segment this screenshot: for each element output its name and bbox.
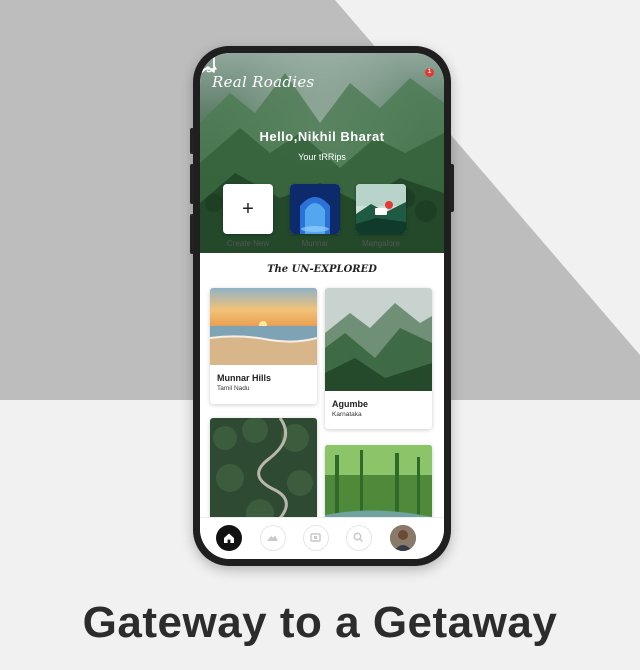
profile-avatar bbox=[390, 525, 416, 551]
trip-label: Munnar bbox=[301, 239, 329, 248]
place-card[interactable]: Agumbe Karnataka bbox=[325, 288, 432, 429]
phone-side-button bbox=[190, 214, 194, 254]
nav-profile[interactable] bbox=[390, 525, 416, 551]
beach-sunset-photo bbox=[210, 288, 317, 365]
phone-mockup: Real Roadies 1 Hello,Nikhil Bharat Your … bbox=[190, 46, 454, 566]
greeting-text: Hello,Nikhil Bharat bbox=[259, 129, 385, 144]
nav-explore[interactable] bbox=[260, 525, 286, 551]
trip-notification-badge bbox=[385, 201, 393, 209]
mangalore-photo bbox=[356, 184, 406, 234]
trip-thumbnail[interactable] bbox=[356, 184, 406, 234]
nav-home[interactable] bbox=[216, 525, 242, 551]
place-image bbox=[210, 288, 317, 365]
brand-logo: Real Roadies bbox=[212, 73, 315, 91]
app-screen: Real Roadies 1 Hello,Nikhil Bharat Your … bbox=[200, 53, 444, 559]
trip-thumbnail[interactable] bbox=[290, 184, 340, 234]
place-card[interactable] bbox=[210, 418, 317, 528]
ticket-icon bbox=[310, 533, 321, 542]
nav-search[interactable] bbox=[346, 525, 372, 551]
place-image bbox=[325, 288, 432, 391]
mountain-valley-photo bbox=[325, 288, 432, 391]
tagline: Gateway to a Getaway bbox=[82, 598, 558, 647]
nav-tickets[interactable] bbox=[303, 525, 329, 551]
phone-side-button bbox=[190, 164, 194, 204]
trips-subtitle: Your tRRips bbox=[298, 152, 346, 162]
place-card[interactable] bbox=[325, 445, 432, 528]
place-image bbox=[325, 445, 432, 528]
munnar-photo bbox=[290, 184, 340, 234]
phone-power-button bbox=[450, 164, 454, 212]
section-title: The UN-EXPLORED bbox=[267, 264, 377, 275]
green-forest-photo bbox=[325, 445, 432, 528]
trip-mangalore[interactable]: Mangalore bbox=[356, 184, 406, 248]
trip-create-new[interactable]: + Create New bbox=[223, 184, 273, 248]
trip-label: Mangalore bbox=[362, 239, 400, 248]
trip-munnar[interactable]: Munnar bbox=[290, 184, 340, 248]
place-name: Munnar Hills bbox=[217, 373, 272, 383]
phone-side-button bbox=[190, 128, 194, 154]
trip-label: Create New bbox=[226, 239, 270, 248]
bell-icon[interactable] bbox=[200, 53, 218, 73]
place-name: Agumbe bbox=[332, 399, 368, 409]
place-card[interactable]: Munnar Hills Tamil Nadu bbox=[210, 288, 317, 404]
notification-badge: 1 bbox=[425, 68, 434, 77]
create-new-tile[interactable]: + bbox=[223, 184, 273, 234]
plus-icon: + bbox=[242, 198, 254, 220]
forest-road-photo bbox=[210, 418, 317, 528]
mountain-icon bbox=[267, 535, 278, 541]
home-icon bbox=[224, 533, 234, 543]
search-icon bbox=[353, 532, 364, 543]
place-region: Karnataka bbox=[332, 411, 362, 418]
place-region: Tamil Nadu bbox=[217, 385, 250, 392]
place-image bbox=[210, 418, 317, 528]
bottom-nav bbox=[200, 517, 444, 559]
